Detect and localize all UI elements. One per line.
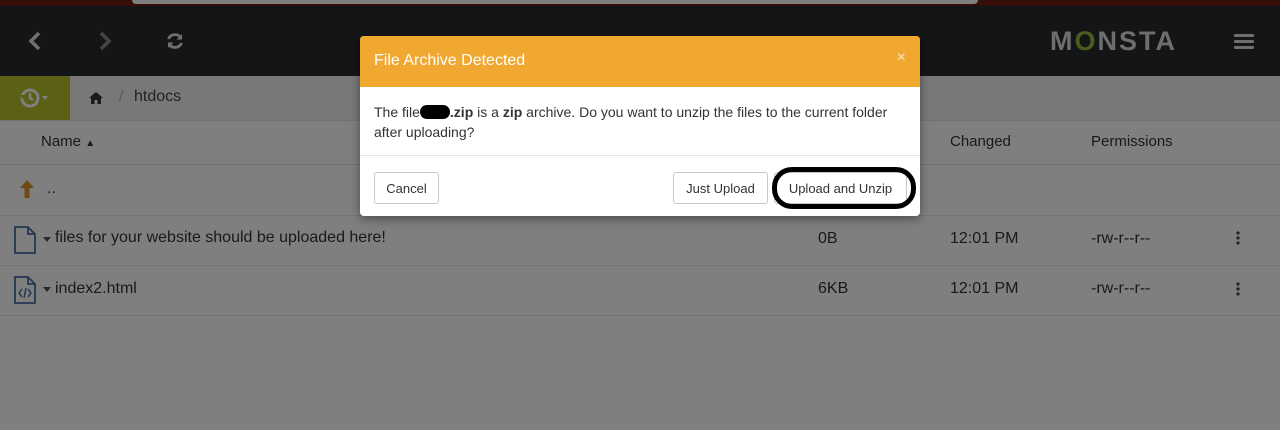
dialog-header: File Archive Detected × xyxy=(360,36,920,87)
hand-drawn-highlight xyxy=(772,167,916,209)
redacted-filename xyxy=(419,105,450,119)
cancel-button[interactable]: Cancel xyxy=(374,172,439,204)
close-icon[interactable]: × xyxy=(897,49,906,67)
just-upload-button[interactable]: Just Upload xyxy=(673,172,768,204)
dialog-title: File Archive Detected xyxy=(374,52,526,69)
dialog-message: The file .zip is a zip archive. Do you wa… xyxy=(374,104,888,140)
